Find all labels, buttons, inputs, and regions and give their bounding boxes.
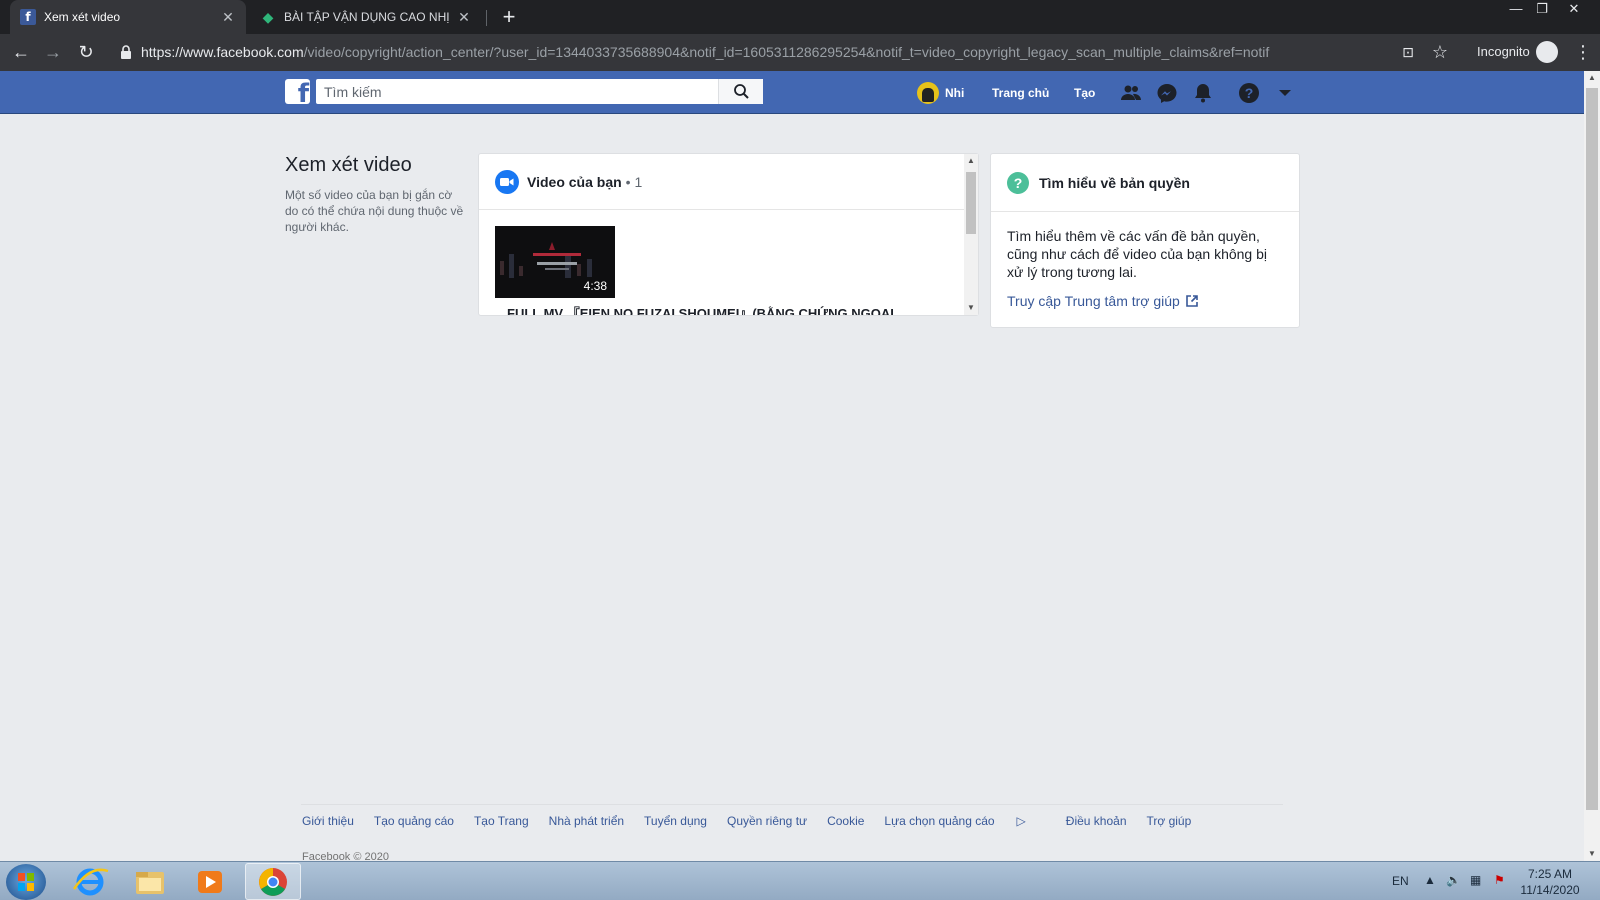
scroll-down-arrow-icon[interactable]: ▼ <box>964 301 978 315</box>
internet-explorer-icon[interactable] <box>62 863 118 900</box>
video-camera-icon <box>495 169 519 194</box>
file-explorer-icon[interactable] <box>122 863 178 900</box>
search-input[interactable] <box>316 79 763 104</box>
external-link-icon <box>1186 295 1198 307</box>
panel-scrollbar[interactable]: ▲ ▼ <box>964 154 978 315</box>
chrome-icon[interactable] <box>245 863 301 900</box>
video-duration: 4:38 <box>583 279 607 293</box>
tab-xem-xet-video[interactable]: f Xem xét video ✕ <box>10 0 246 34</box>
avatar <box>917 81 939 104</box>
svg-text:?: ? <box>1245 85 1254 101</box>
panel-title: Video của bạn <box>527 173 622 190</box>
footer-link-careers[interactable]: Tuyển dụng <box>644 814 707 828</box>
network-icon[interactable]: ▦ <box>1470 873 1481 887</box>
footer-link-create-page[interactable]: Tạo Trang <box>474 814 529 828</box>
help-center-link[interactable]: Truy cập Trung tâm trợ giúp <box>1007 292 1283 310</box>
profile-link[interactable]: Nhi <box>917 71 964 114</box>
footer-link-terms[interactable]: Điều khoản <box>1066 814 1127 828</box>
bookmark-star-icon[interactable]: ☆ <box>1427 40 1453 66</box>
clock-date: 11/14/2020 <box>1520 883 1580 897</box>
volume-icon[interactable]: 🔈 <box>1446 873 1461 887</box>
page-scroll-up-icon[interactable]: ▲ <box>1585 71 1599 85</box>
create-link[interactable]: Tạo <box>1074 71 1095 114</box>
footer-link-developers[interactable]: Nhà phát triển <box>549 814 624 828</box>
ad-choices-icon: ▷ <box>1016 814 1026 828</box>
page-scroll-down-icon[interactable]: ▼ <box>1585 847 1599 861</box>
your-videos-panel: Video của bạn • 1 4:38 FULL MV 『EIEN NO … <box>478 153 979 316</box>
windows-start-icon[interactable] <box>6 864 46 900</box>
page-scrollbar[interactable]: ▲ ▼ <box>1584 71 1600 861</box>
facebook-favicon-icon: f <box>20 9 36 25</box>
search-icon <box>734 84 749 99</box>
media-player-icon[interactable] <box>182 863 238 900</box>
video-thumbnail[interactable]: 4:38 <box>495 226 615 298</box>
user-name: Nhi <box>945 85 965 100</box>
browser-tab-strip: f Xem xét video ✕ ◆ BÀI TẬP VẬN DỤNG CAO… <box>0 0 1600 34</box>
page-title: Xem xét video <box>285 154 412 176</box>
tab-title: BÀI TẬP VẬN DỤNG CAO NHỊ TH <box>284 10 450 24</box>
friend-requests-icon[interactable] <box>1120 82 1142 104</box>
page-description: Một số video của bạn bị gắn cờ do có thể… <box>285 188 464 234</box>
facebook-header: f Nhi Trang chủ Tạo ? <box>0 71 1584 114</box>
footer-divider <box>301 804 1283 805</box>
account-menu-chevron-down-icon[interactable] <box>1274 82 1296 104</box>
copyright-info-panel: ? Tìm hiểu về bản quyền Tìm hiểu thêm về… <box>990 153 1300 328</box>
tab-close-icon[interactable]: ✕ <box>456 9 472 26</box>
restore-icon[interactable]: ❐ <box>1528 0 1556 20</box>
footer-link-cookie[interactable]: Cookie <box>827 814 864 828</box>
site-favicon-icon: ◆ <box>262 8 274 25</box>
footer-link-about[interactable]: Giới thiệu <box>302 814 354 828</box>
help-icon[interactable]: ? <box>1238 82 1260 104</box>
new-tab-icon[interactable]: + <box>496 4 522 30</box>
panel-header: ? Tìm hiểu về bản quyền <box>991 154 1299 212</box>
incognito-icon[interactable] <box>1536 41 1558 63</box>
tab-bai-tap[interactable]: ◆ BÀI TẬP VẬN DỤNG CAO NHỊ TH ✕ <box>250 0 482 34</box>
windows-taskbar: EN ▲ 🔈 ▦ ⚑ 7:25 AM 11/14/2020 <box>0 861 1600 900</box>
home-link[interactable]: Trang chủ <box>992 71 1049 114</box>
panel-header: Video của bạn • 1 <box>479 154 978 210</box>
facebook-logo-icon[interactable]: f <box>285 79 310 104</box>
help-center-link-text: Truy cập Trung tâm trợ giúp <box>1007 293 1180 309</box>
browser-toolbar: ← → ↻ https://www.facebook.com/video/cop… <box>0 34 1600 71</box>
window-close-icon[interactable]: ✕ <box>1560 0 1588 20</box>
forward-arrow-icon[interactable]: → <box>40 40 66 66</box>
more-menu-icon[interactable]: ⋮ <box>1574 42 1592 63</box>
question-mark-icon: ? <box>1007 171 1029 194</box>
url-host: https://www.facebook.com <box>141 44 304 60</box>
url-path: /video/copyright/action_center/?user_id=… <box>303 44 1270 60</box>
tab-divider <box>486 10 487 26</box>
panel-scrollbar-thumb[interactable] <box>966 172 976 234</box>
copyright-panel-title: Tìm hiểu về bản quyền <box>1039 174 1190 191</box>
lock-icon[interactable] <box>120 44 132 60</box>
video-title[interactable]: FULL MV 『EIEN NO FUZAI SHOUMEI』(BẰNG CHỨ… <box>507 303 894 315</box>
footer-link-ad-choices[interactable]: Lựa chọn quảng cáo ▷ <box>884 814 1045 828</box>
scroll-up-arrow-icon[interactable]: ▲ <box>964 154 978 168</box>
video-count: • 1 <box>625 173 643 190</box>
footer-links: Giới thiệu Tạo quảng cáo Tạo Trang Nhà p… <box>302 814 1211 828</box>
tray-expand-icon[interactable]: ▲ <box>1424 873 1436 887</box>
back-arrow-icon[interactable]: ← <box>8 40 34 66</box>
page-scrollbar-thumb[interactable] <box>1586 88 1598 810</box>
search-button[interactable] <box>718 79 763 104</box>
notifications-bell-icon[interactable] <box>1192 82 1214 104</box>
tab-close-icon[interactable]: ✕ <box>220 9 236 26</box>
messenger-icon[interactable] <box>1156 82 1178 104</box>
footer-link-create-ad[interactable]: Tạo quảng cáo <box>374 814 454 828</box>
clock-time: 7:25 AM <box>1527 867 1573 881</box>
address-bar[interactable]: https://www.facebook.com/video/copyright… <box>141 44 1269 60</box>
footer-link-privacy[interactable]: Quyền riêng tư <box>727 814 807 828</box>
copyright-panel-body: Tìm hiểu thêm về các vấn đề bản quyền, c… <box>1007 228 1268 280</box>
language-indicator[interactable]: EN <box>1392 874 1409 888</box>
action-center-flag-icon[interactable]: ⚑ <box>1494 873 1505 887</box>
minimize-icon[interactable]: — <box>1502 0 1530 20</box>
footer-link-help[interactable]: Trợ giúp <box>1147 814 1192 828</box>
translate-icon[interactable]: ⊡ <box>1395 40 1421 66</box>
incognito-label: Incognito <box>1477 44 1530 59</box>
ad-choices-label: Lựa chọn quảng cáo <box>884 814 995 828</box>
tab-title: Xem xét video <box>44 10 121 24</box>
reload-icon[interactable]: ↻ <box>73 40 99 66</box>
taskbar-clock[interactable]: 7:25 AM 11/14/2020 <box>1510 866 1590 898</box>
